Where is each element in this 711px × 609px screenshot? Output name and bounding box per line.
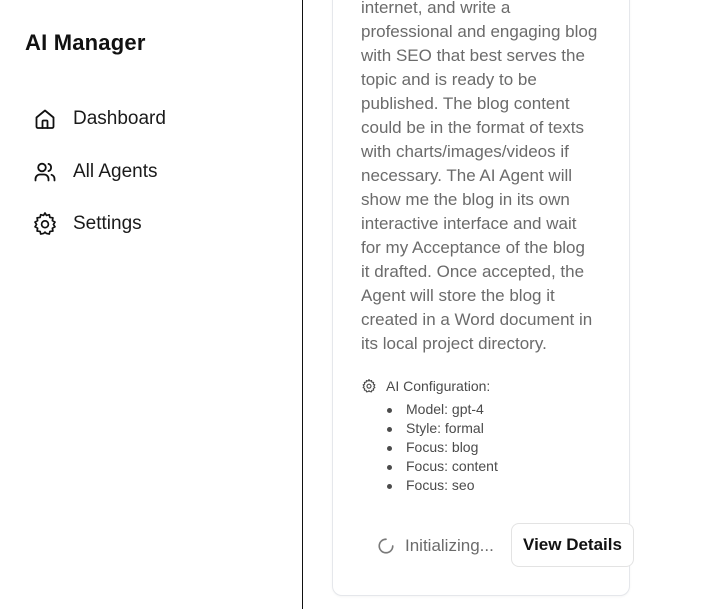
users-icon	[33, 160, 57, 184]
description-line: interactive interface and wait	[361, 214, 577, 233]
description-line: with SEO that best serves the	[361, 46, 585, 65]
description-line: it drafted. Once accepted, the	[361, 262, 585, 281]
agent-description: internet, and write a professional and e…	[361, 0, 611, 356]
config-header: AI Configuration:	[362, 377, 612, 395]
gear-icon	[362, 379, 376, 393]
sidebar: AI Manager Dashboard All Agents Settings	[0, 0, 303, 609]
sidebar-item-label: Settings	[73, 213, 142, 234]
view-details-button[interactable]: View Details	[511, 523, 634, 567]
config-title: AI Configuration:	[386, 378, 491, 394]
description-line: show me the blog in its own	[361, 190, 570, 209]
description-line: professional and engaging blog	[361, 22, 598, 41]
config-item: Focus: content	[362, 457, 612, 476]
description-line: internet, and write a	[361, 0, 511, 17]
description-line: could be in the format of texts	[361, 118, 585, 137]
sidebar-nav: Dashboard All Agents Settings	[33, 103, 166, 261]
config-item: Style: formal	[362, 419, 612, 438]
config-item: Focus: seo	[362, 476, 612, 495]
app-title: AI Manager	[25, 30, 146, 55]
sidebar-item-settings[interactable]: Settings	[33, 208, 166, 240]
description-line: topic and is ready to be	[361, 70, 537, 89]
config-list: Model: gpt-4 Style: formal Focus: blog F…	[362, 400, 612, 495]
description-line: its local project directory.	[361, 334, 547, 353]
description-line: created in a Word document in	[361, 310, 593, 329]
description-line: Agent will store the blog it	[361, 286, 555, 305]
description-line: necessary. The AI Agent will	[361, 166, 573, 185]
ai-configuration: AI Configuration: Model: gpt-4 Style: fo…	[362, 377, 612, 495]
home-icon	[33, 107, 57, 131]
description-line: with charts/images/videos if	[361, 142, 569, 161]
sidebar-item-label: All Agents	[73, 160, 158, 182]
gear-icon	[33, 212, 57, 236]
sidebar-item-label: Dashboard	[73, 108, 166, 129]
description-line: published. The blog content	[361, 94, 570, 113]
sidebar-item-dashboard[interactable]: Dashboard	[33, 103, 166, 135]
description-line: for my Acceptance of the blog	[361, 238, 585, 257]
config-item: Focus: blog	[362, 438, 612, 457]
status-indicator: Initializing...	[377, 533, 494, 559]
status-text: Initializing...	[405, 536, 494, 555]
spinner-icon	[377, 537, 395, 555]
sidebar-item-all-agents[interactable]: All Agents	[33, 156, 166, 188]
config-item: Model: gpt-4	[362, 400, 612, 419]
